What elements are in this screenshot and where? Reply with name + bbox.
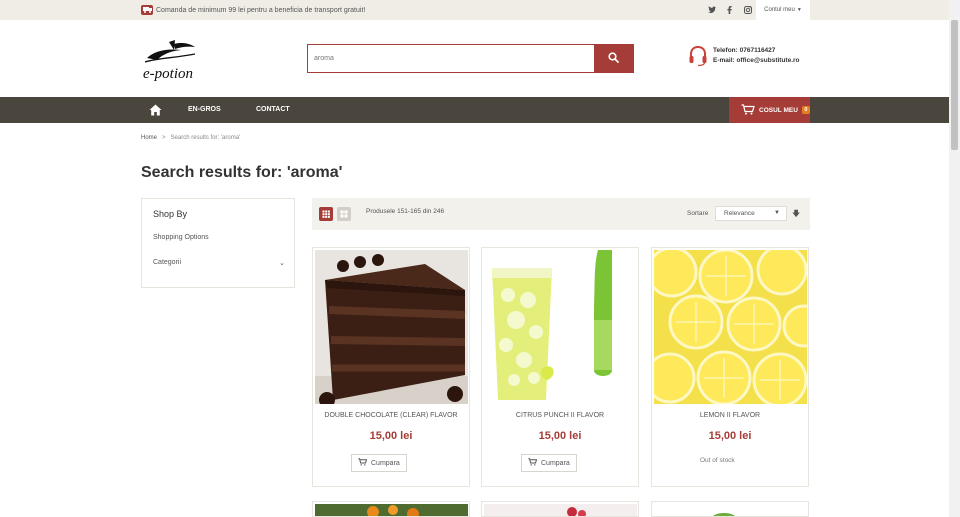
social-links <box>707 5 752 14</box>
grid-icon <box>322 210 330 218</box>
product-price: 15,00 lei <box>538 430 582 442</box>
sort-select[interactable]: Relevance ▼ <box>715 206 787 221</box>
promo-text: Comanda de minimum 99 lei pentru a benef… <box>156 6 366 14</box>
twitter-icon[interactable] <box>707 5 716 14</box>
chevron-down-icon: ▼ <box>796 7 802 13</box>
product-card[interactable]: CITRUS PUNCH II FLAVOR 15,00 lei Cumpara <box>481 247 639 487</box>
instagram-icon[interactable] <box>743 5 752 14</box>
product-card[interactable] <box>312 501 470 517</box>
breadcrumb-current: Search results for: 'aroma' <box>170 135 241 141</box>
product-name[interactable]: DOUBLE CHOCOLATE (CLEAR) FLAVOR <box>313 412 469 419</box>
truck-icon <box>141 5 153 15</box>
site-logo[interactable]: e-potion <box>141 36 199 84</box>
product-image[interactable] <box>315 250 468 404</box>
main-nav: EN-GROS CONTACT COSUL MEU 0 <box>0 97 949 123</box>
shopping-cart-icon <box>741 103 755 117</box>
sort-label: Sortare <box>687 210 709 217</box>
product-price: 15,00 lei <box>708 430 752 442</box>
email-address[interactable]: office@substitute.ro <box>736 57 799 64</box>
account-menu[interactable]: Contul meu ▼ <box>756 0 810 20</box>
products-toolbar: Produsele 151-165 din 246 Sortare Releva… <box>312 198 810 230</box>
search-bar <box>307 44 634 73</box>
product-image[interactable] <box>482 502 639 517</box>
add-to-cart-button[interactable]: Cumpara <box>351 454 407 472</box>
home-icon[interactable] <box>149 104 162 116</box>
nav-item-en-gros[interactable]: EN-GROS <box>188 97 221 123</box>
email-label: E-mail: <box>713 57 735 64</box>
sort-direction-icon[interactable]: 🡇 <box>792 208 800 222</box>
account-label: Contul meu <box>764 7 795 13</box>
sort-value: Relevance <box>724 210 755 217</box>
facebook-icon[interactable] <box>725 5 734 14</box>
product-card[interactable] <box>651 501 809 517</box>
nav-item-contact[interactable]: CONTACT <box>256 97 290 123</box>
site-header: e-potion Telefon: 0767116427 E-mail: off… <box>0 20 949 97</box>
search-icon <box>608 52 619 65</box>
cart-count-badge: 0 <box>801 106 810 114</box>
scrollbar-thumb[interactable] <box>951 20 958 150</box>
product-image[interactable] <box>652 502 809 517</box>
search-input[interactable] <box>308 45 594 72</box>
large-grid-view-button[interactable] <box>337 207 351 221</box>
filter-category[interactable]: Categorii <box>153 259 181 266</box>
contact-info: Telefon: 0767116427 E-mail: office@subst… <box>688 45 800 67</box>
cart-label: COSUL MEU <box>759 106 798 114</box>
shopping-cart-icon <box>528 458 538 468</box>
page-scrollbar[interactable] <box>949 0 960 517</box>
product-count: Produsele 151-165 din 246 <box>366 208 445 215</box>
product-name[interactable]: CITRUS PUNCH II FLAVOR <box>482 412 638 419</box>
product-image[interactable] <box>313 502 470 517</box>
search-button[interactable] <box>594 45 633 72</box>
breadcrumb: Home > Search results for: 'aroma' <box>141 135 240 141</box>
headset-icon <box>688 45 708 67</box>
phone-number[interactable]: 0767116427 <box>740 47 776 54</box>
top-bar: Comanda de minimum 99 lei pentru a benef… <box>0 0 949 20</box>
chevron-down-icon: ▼ <box>774 210 780 216</box>
page-title: Search results for: 'aroma' <box>141 164 343 181</box>
add-to-cart-label: Cumpara <box>541 459 570 467</box>
filter-sidebar: Shop By Shopping Options Categorii ⌄ <box>141 198 295 288</box>
shopping-options-label: Shopping Options <box>153 234 209 241</box>
product-image[interactable] <box>654 250 807 404</box>
free-shipping-promo: Comanda de minimum 99 lei pentru a benef… <box>141 4 365 16</box>
breadcrumb-home[interactable]: Home <box>141 135 157 141</box>
stock-status: Out of stock <box>700 457 735 464</box>
phone-label: Telefon: <box>713 47 738 54</box>
product-card[interactable] <box>481 501 639 517</box>
product-card[interactable]: DOUBLE CHOCOLATE (CLEAR) FLAVOR 15,00 le… <box>312 247 470 487</box>
grid-view-button[interactable] <box>319 207 333 221</box>
product-card[interactable]: LEMON II FLAVOR 15,00 lei Out of stock <box>651 247 809 487</box>
product-image[interactable] <box>484 250 637 404</box>
add-to-cart-button[interactable]: Cumpara <box>521 454 577 472</box>
breadcrumb-separator: > <box>162 135 166 141</box>
product-name[interactable]: LEMON II FLAVOR <box>652 412 808 419</box>
add-to-cart-label: Cumpara <box>371 459 400 467</box>
logo-text: e-potion <box>143 66 193 82</box>
shopping-cart-icon <box>358 458 368 468</box>
shop-by-title: Shop By <box>153 209 188 219</box>
product-price: 15,00 lei <box>369 430 413 442</box>
cart-button[interactable]: COSUL MEU 0 <box>729 97 810 123</box>
chevron-down-icon[interactable]: ⌄ <box>279 259 285 267</box>
large-grid-icon <box>340 210 348 218</box>
